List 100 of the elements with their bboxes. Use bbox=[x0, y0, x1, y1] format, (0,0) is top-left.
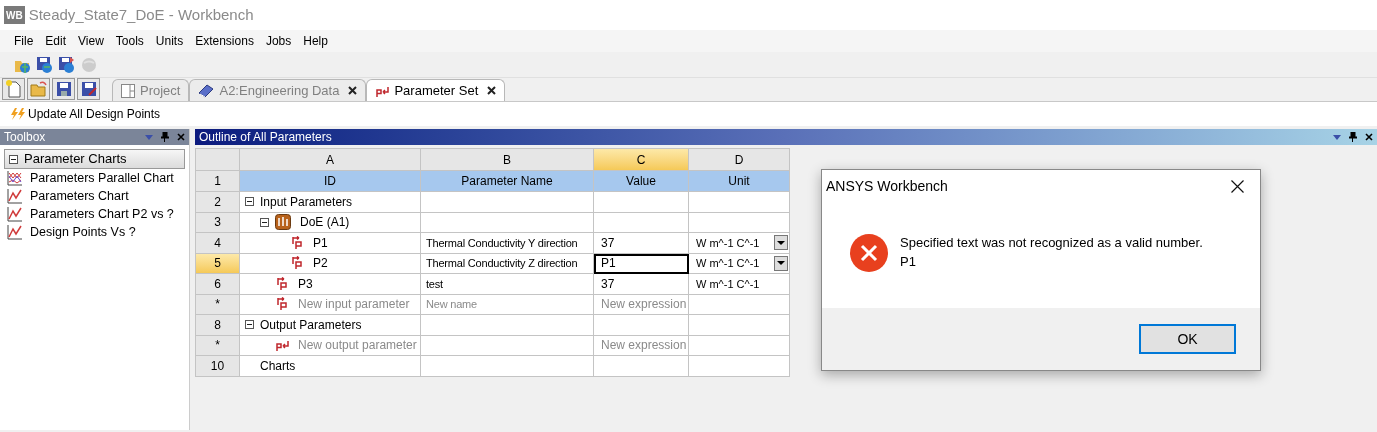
parameter-id: Input Parameters bbox=[260, 193, 353, 211]
toolbox-item[interactable]: Parameters Chart bbox=[4, 187, 185, 205]
parameter-icon bbox=[290, 256, 304, 271]
menu-item[interactable]: Tools bbox=[109, 32, 150, 50]
parameter-id: New input parameter bbox=[298, 296, 410, 314]
parameter-id: Output Parameters bbox=[260, 316, 362, 334]
panel-title: Toolbox bbox=[4, 129, 46, 146]
item-label: Parameters Chart P2 vs ? bbox=[30, 205, 174, 223]
column-title: Unit bbox=[689, 171, 790, 192]
pin-icon[interactable] bbox=[1349, 132, 1357, 142]
menu-item[interactable]: File bbox=[8, 32, 40, 50]
item-label: Design Points Vs ? bbox=[30, 223, 136, 241]
close-icon[interactable] bbox=[487, 86, 497, 95]
parameter-value: 37 bbox=[601, 275, 615, 293]
app-logo: WB bbox=[4, 6, 25, 24]
tab-label: Parameter Set bbox=[394, 81, 479, 100]
ok-button[interactable]: OK bbox=[1139, 324, 1236, 354]
tab[interactable]: Parameter Set bbox=[366, 79, 506, 101]
pin-icon[interactable] bbox=[161, 132, 169, 142]
close-icon[interactable] bbox=[1231, 179, 1244, 193]
parameter-name: test bbox=[426, 276, 443, 292]
dropdown-button[interactable] bbox=[774, 255, 788, 271]
caret-icon bbox=[777, 261, 785, 266]
menu-item[interactable]: Units bbox=[149, 32, 190, 50]
toolbox-item[interactable]: Parameters Chart P2 vs ? bbox=[4, 205, 185, 223]
close-icon[interactable] bbox=[348, 86, 358, 95]
window-title: Steady_State7_DoE - Workbench bbox=[28, 4, 254, 25]
close-icon[interactable] bbox=[1365, 133, 1373, 141]
item-label: Parameters Chart bbox=[30, 187, 129, 205]
book-icon bbox=[198, 83, 215, 98]
parameter-id: Charts bbox=[260, 357, 296, 375]
dropdown-button[interactable] bbox=[774, 235, 788, 251]
caret-icon bbox=[777, 240, 785, 245]
menu-item[interactable]: Help bbox=[297, 32, 334, 50]
column-title: Parameter Name bbox=[421, 171, 594, 192]
row-number[interactable]: 6 bbox=[195, 274, 240, 295]
parameter-id: New output parameter bbox=[298, 337, 417, 355]
output-parameter-icon bbox=[275, 338, 289, 353]
row-number: 1 bbox=[195, 171, 240, 192]
collapse-icon[interactable] bbox=[9, 154, 18, 164]
parameter-unit: W m^-1 C^-1 bbox=[696, 256, 760, 271]
collapse-icon[interactable] bbox=[245, 197, 254, 207]
row-number[interactable]: * bbox=[195, 335, 240, 356]
collapse-icon[interactable] bbox=[245, 320, 254, 330]
row-number[interactable]: 8 bbox=[195, 315, 240, 336]
parameter-icon bbox=[275, 297, 289, 312]
parallel-chart-icon bbox=[7, 170, 23, 186]
column-header[interactable]: C bbox=[594, 148, 689, 171]
error-icon bbox=[850, 234, 888, 272]
parameter-unit: W m^-1 C^-1 bbox=[696, 235, 760, 251]
column-title: Value bbox=[594, 171, 689, 192]
row-number[interactable]: * bbox=[195, 294, 240, 315]
column-header[interactable]: A bbox=[240, 148, 421, 171]
row-number[interactable]: 10 bbox=[195, 356, 240, 377]
parameter-value: New expression bbox=[601, 337, 687, 355]
parameter-icon bbox=[290, 235, 304, 250]
row-number[interactable]: 4 bbox=[195, 233, 240, 254]
menu-item[interactable]: Jobs bbox=[259, 32, 298, 50]
line-chart-icon bbox=[7, 206, 23, 222]
toolbox-item[interactable]: Design Points Vs ? bbox=[4, 223, 185, 241]
column-title: ID bbox=[240, 171, 421, 192]
row-number[interactable]: 2 bbox=[195, 192, 240, 213]
parameter-id: DoE (A1) bbox=[300, 214, 350, 232]
column-header[interactable]: D bbox=[689, 148, 790, 171]
menu-item[interactable]: Edit bbox=[39, 32, 73, 50]
parameter-unit: W m^-1 C^-1 bbox=[696, 276, 760, 292]
error-message: Specified text was not recognized as a valid number. bbox=[900, 234, 1203, 252]
parameter-name: Thermal Conductivity Z direction bbox=[426, 256, 578, 271]
lightning-icon bbox=[10, 108, 26, 120]
toolbox-item[interactable]: Parameters Parallel Chart bbox=[4, 169, 185, 187]
dialog-title: ANSYS Workbench bbox=[826, 176, 948, 196]
disk-globe-icon[interactable] bbox=[58, 55, 76, 74]
parameter-id: P2 bbox=[313, 255, 328, 273]
collapse-icon[interactable] bbox=[260, 217, 269, 227]
tab-label: A2:Engineering Data bbox=[219, 81, 340, 100]
tab-label: Project bbox=[140, 81, 181, 100]
dropdown-icon[interactable] bbox=[1333, 134, 1341, 140]
error-message: P1 bbox=[900, 253, 917, 271]
line-chart-icon bbox=[7, 224, 23, 240]
group-label: Parameter Charts bbox=[24, 150, 127, 169]
line-chart-icon bbox=[7, 188, 23, 204]
layout-icon bbox=[121, 83, 135, 98]
row-number[interactable]: 3 bbox=[195, 212, 240, 233]
item-label: Parameters Parallel Chart bbox=[30, 169, 174, 187]
parameter-value: New expression bbox=[601, 296, 687, 314]
parameter-name: New name bbox=[426, 297, 477, 312]
parameter-id: P1 bbox=[313, 234, 328, 252]
update-button[interactable]: Update All Design Points bbox=[10, 105, 161, 123]
parameter-name: Thermal Conductivity Y direction bbox=[426, 235, 578, 251]
group-header[interactable]: Parameter Charts bbox=[4, 149, 185, 169]
row-number[interactable]: 5 bbox=[195, 253, 240, 274]
disk-globe-icon[interactable] bbox=[36, 55, 54, 74]
parameter-id: P3 bbox=[298, 275, 313, 293]
value-field[interactable]: P1 bbox=[594, 253, 689, 274]
parameter-icon bbox=[275, 276, 289, 291]
menu-item[interactable]: View bbox=[72, 32, 110, 50]
column-header[interactable]: B bbox=[421, 148, 594, 171]
parameter-value: 37 bbox=[601, 234, 615, 252]
menu-item[interactable]: Extensions bbox=[189, 32, 260, 50]
panel-title: Outline of All Parameters bbox=[199, 129, 332, 146]
